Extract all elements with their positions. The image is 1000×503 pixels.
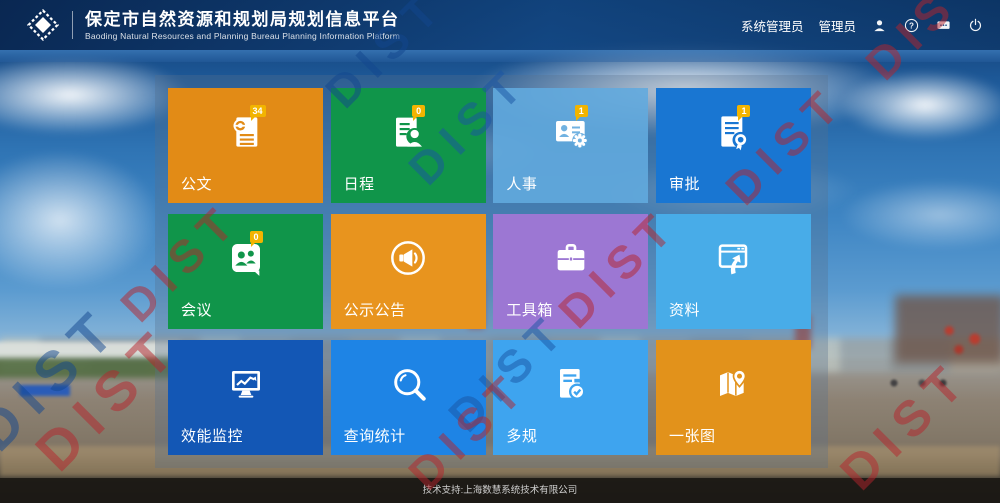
- tile-label: 公文: [181, 173, 212, 194]
- message-icon[interactable]: [935, 17, 952, 34]
- header-divider: [72, 11, 73, 39]
- tile-label: 人事: [506, 173, 537, 194]
- cloud: [840, 180, 1000, 250]
- red-lanterns: [930, 318, 994, 360]
- tile-label: 一张图: [669, 425, 716, 446]
- app-screen: 保定市自然资源和规划局规划信息平台 Baoding Natural Resour…: [0, 0, 1000, 503]
- badge-count: 1: [575, 105, 588, 117]
- tile-icon-wrap: [713, 238, 753, 278]
- tile-gongwen[interactable]: 34 公文: [168, 88, 323, 203]
- approval-icon: [713, 112, 753, 152]
- blue-sign: [20, 385, 70, 396]
- tile-label: 资料: [669, 299, 700, 320]
- tile-icon-wrap: 1: [551, 112, 591, 152]
- page-title: 保定市自然资源和规划局规划信息平台: [85, 10, 400, 29]
- header-accent-strip: [0, 50, 1000, 62]
- tile-label: 审批: [669, 173, 700, 194]
- tile-icon-wrap: [551, 238, 591, 278]
- search-icon: [388, 364, 430, 406]
- announcement-icon: [388, 238, 428, 278]
- pedestrians: [880, 375, 950, 391]
- user-icon[interactable]: [871, 17, 888, 34]
- svg-text:?: ?: [909, 21, 914, 30]
- badge-count: 1: [737, 105, 750, 117]
- tile-label: 效能监控: [181, 425, 243, 446]
- role-menu[interactable]: 系统管理员: [741, 16, 804, 35]
- tile-icon-wrap: 0: [226, 238, 266, 278]
- schedule-icon: [388, 112, 428, 152]
- bus-canopy: [0, 342, 180, 359]
- map-pin-icon: [713, 364, 753, 404]
- footer-bar: 技术支持:上海数慧系统技术有限公司: [0, 478, 1000, 503]
- tile-icon-wrap: [388, 364, 428, 404]
- tile-icon-wrap: [713, 364, 753, 404]
- header-actions: 系统管理员 管理员 ?: [741, 16, 1000, 35]
- documents-icon: [713, 238, 753, 278]
- tile-duogui[interactable]: 多规: [493, 340, 648, 455]
- tile-grid: 34 公文 0 日程: [168, 88, 811, 455]
- cloud: [0, 150, 160, 290]
- cloud: [840, 70, 1000, 140]
- tile-icon-wrap: 0: [388, 112, 428, 152]
- personnel-icon: [551, 112, 591, 152]
- tile-yizhangtu[interactable]: 一张图: [656, 340, 811, 455]
- app-header: 保定市自然资源和规划局规划信息平台 Baoding Natural Resour…: [0, 0, 1000, 50]
- tile-label: 会议: [181, 299, 212, 320]
- tile-gongshigonggao[interactable]: 公示公告: [331, 214, 486, 329]
- tile-label: 公示公告: [344, 299, 406, 320]
- tile-richeng[interactable]: 0 日程: [331, 88, 486, 203]
- tile-label: 工具箱: [506, 299, 553, 320]
- tech-support-text: 技术支持:上海数慧系统技术有限公司: [423, 485, 578, 496]
- tile-shenpi[interactable]: 1 审批: [656, 88, 811, 203]
- meeting-icon: [226, 238, 266, 278]
- badge-count: 0: [412, 105, 425, 117]
- tile-xiaonengjiankong[interactable]: 效能监控: [168, 340, 323, 455]
- tile-icon-wrap: [226, 364, 266, 404]
- header-titles: 保定市自然资源和规划局规划信息平台 Baoding Natural Resour…: [85, 10, 400, 41]
- tile-label: 多规: [506, 425, 537, 446]
- power-icon[interactable]: [967, 17, 984, 34]
- tile-icon-wrap: 34: [226, 112, 266, 152]
- tile-renshi[interactable]: 1 人事: [493, 88, 648, 203]
- tile-huiyi[interactable]: 0 会议: [168, 214, 323, 329]
- tile-icon-wrap: 1: [713, 112, 753, 152]
- page-subtitle: Baoding Natural Resources and Planning B…: [85, 31, 400, 41]
- official-document-icon: [226, 112, 266, 152]
- help-icon[interactable]: ?: [903, 17, 920, 34]
- toolbox-icon: [551, 238, 591, 278]
- badge-count: 34: [250, 105, 266, 117]
- tile-gongjuxiang[interactable]: 工具箱: [493, 214, 648, 329]
- app-logo-icon: [26, 8, 60, 42]
- tile-label: 日程: [344, 173, 375, 194]
- multi-plan-icon: [551, 364, 591, 404]
- tile-icon-wrap: [388, 238, 428, 278]
- tile-ziliao[interactable]: 资料: [656, 214, 811, 329]
- tile-label: 查询统计: [344, 425, 406, 446]
- user-menu[interactable]: 管理员: [818, 16, 856, 35]
- tile-chaxuntongji[interactable]: 查询统计: [331, 340, 486, 455]
- monitor-chart-icon: [226, 364, 266, 404]
- tile-icon-wrap: [551, 364, 591, 404]
- badge-count: 0: [250, 231, 263, 243]
